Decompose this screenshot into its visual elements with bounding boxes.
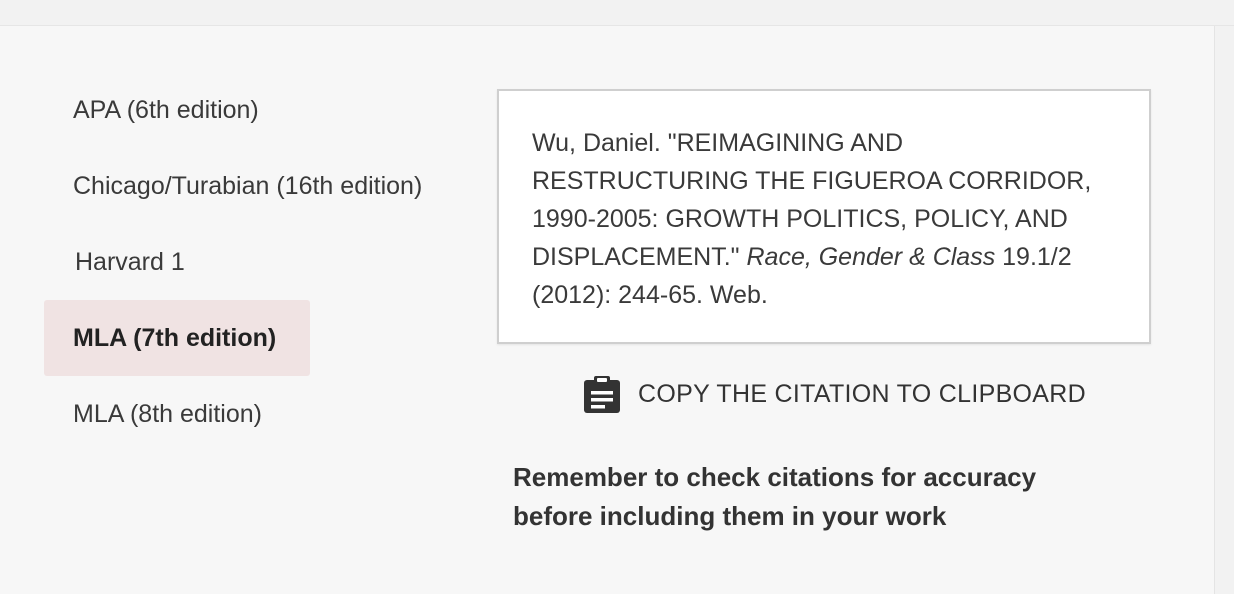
clipboard-icon: [583, 375, 621, 413]
citation-style-list: APA (6th edition) Chicago/Turabian (16th…: [44, 72, 451, 452]
style-item-label: Harvard 1: [75, 247, 185, 276]
style-item-chicago-16[interactable]: Chicago/Turabian (16th edition): [44, 148, 451, 224]
style-item-label: MLA (7th edition): [73, 323, 277, 352]
accuracy-reminder: Remember to check citations for accuracy…: [513, 462, 1037, 531]
style-item-mla-8[interactable]: MLA (8th edition): [44, 376, 451, 452]
style-item-harvard-1[interactable]: Harvard 1: [44, 224, 451, 300]
style-item-label: APA (6th edition): [73, 95, 259, 124]
style-item-apa-6[interactable]: APA (6th edition): [44, 72, 451, 148]
citation-text-box[interactable]: Wu, Daniel. "REIMAGINING AND RESTRUCTURI…: [497, 89, 1151, 344]
style-item-label: Chicago/Turabian (16th edition): [73, 171, 423, 200]
citation-journal: Race, Gender & Class: [746, 243, 996, 271]
copy-citation-button[interactable]: COPY THE CITATION TO CLIPBOARD: [583, 372, 1086, 416]
top-strip: [0, 0, 1234, 26]
style-item-mla-7[interactable]: MLA (7th edition): [44, 300, 310, 376]
style-item-label: MLA (8th edition): [73, 399, 262, 428]
copy-citation-label: COPY THE CITATION TO CLIPBOARD: [638, 379, 1086, 408]
